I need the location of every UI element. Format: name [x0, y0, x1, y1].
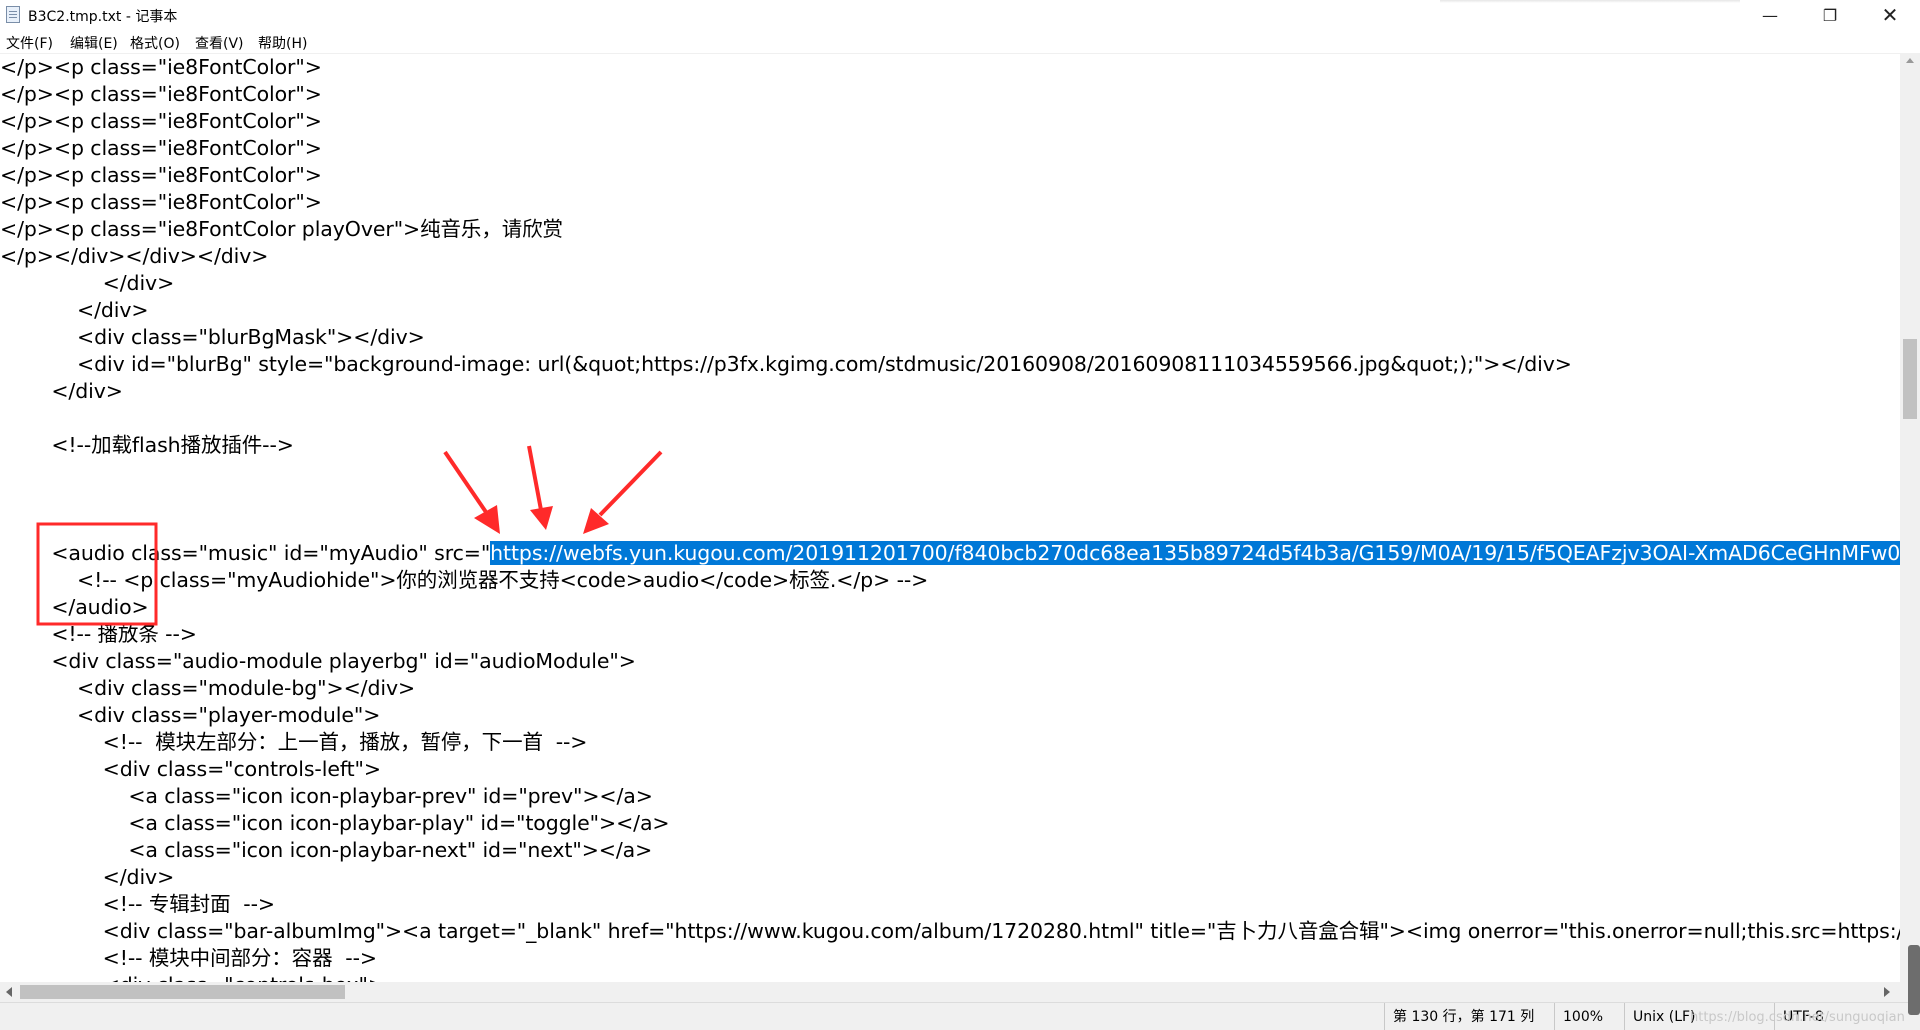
text-line: </p><p class="ie8FontColor"> [0, 163, 322, 187]
menu-view[interactable]: 查看(V) [195, 33, 244, 53]
resize-grip[interactable] [1908, 945, 1920, 1015]
text-line: </p></div></div></div> [0, 244, 269, 268]
watermark: https://blog.csdn.net/sunguoqian [1690, 1010, 1905, 1025]
text-line: <!-- 模块中间部分：容器 --> [0, 946, 377, 970]
notepad-icon [6, 6, 20, 23]
vertical-scroll-thumb[interactable] [1903, 339, 1917, 419]
text-line: </p><p class="ie8FontColor playOver">纯音乐… [0, 217, 563, 241]
text-line: <div class="bar-albumImg"><a target="_bl… [0, 919, 1900, 943]
menu-edit[interactable]: 编辑(E) [70, 33, 118, 53]
selected-audio-url[interactable]: https://webfs.yun.kugou.com/201911201700… [490, 541, 1900, 565]
menu-bar: 文件(F) 编辑(E) 格式(O) 查看(V) 帮助(H) [0, 30, 1920, 54]
text-line: <div class="audio-module playerbg" id="a… [0, 649, 636, 673]
scroll-left-icon[interactable] [6, 987, 12, 997]
restore-icon: ❐ [1822, 5, 1838, 25]
text-line: <a class="icon icon-playbar-prev" id="pr… [0, 784, 653, 808]
text-line: <a class="icon icon-playbar-next" id="ne… [0, 838, 653, 862]
text-line: <div class="module-bg"></div> [0, 676, 416, 700]
vertical-scrollbar[interactable] [1900, 54, 1920, 982]
text-line: <div class="controls-box"> [0, 972, 385, 982]
scroll-up-icon[interactable] [1906, 58, 1914, 63]
horizontal-scrollbar[interactable] [0, 982, 1900, 1002]
close-button[interactable]: ✕ [1860, 0, 1920, 30]
text-line: </p><p class="ie8FontColor"> [0, 190, 322, 214]
text-line: </div> [0, 865, 175, 889]
text-line: <!-- 模块左部分：上一首，播放，暂停，下一首 --> [0, 730, 588, 754]
zoom-level: 100% [1554, 1003, 1624, 1030]
text-line: </p><p class="ie8FontColor"> [0, 55, 322, 79]
text-editor[interactable]: </p><p class="ie8FontColor"> </p><p clas… [0, 54, 1900, 982]
audio-tag-text: <audio class="music" id="myAudio" src=" [0, 541, 491, 565]
text-line: </div> [0, 271, 175, 295]
text-line: </div> [0, 298, 149, 322]
text-line: <!-- 播放条 --> [0, 622, 197, 646]
window-title: B3C2.tmp.txt - 记事本 [28, 9, 178, 25]
text-line: <div class="player-module"> [0, 703, 381, 727]
maximize-button[interactable]: ❐ [1800, 0, 1860, 30]
title-bar: B3C2.tmp.txt - 记事本 — ❐ ✕ [0, 0, 1920, 30]
text-line: <audio class="music" id="myAudio" src="h… [0, 540, 1900, 567]
window-shadow [1440, 0, 1740, 3]
text-line: </p><p class="ie8FontColor"> [0, 136, 322, 160]
text-line: <div class="controls-left"> [0, 757, 381, 781]
horizontal-scroll-thumb[interactable] [20, 985, 345, 999]
scroll-right-icon[interactable] [1884, 987, 1890, 997]
text-line: <div class="blurBgMask"></div> [0, 325, 425, 349]
text-line: </div> [0, 379, 123, 403]
text-line: <!-- 专辑封面 --> [0, 892, 275, 916]
text-line: <!--加载flash播放插件--> [0, 433, 294, 457]
menu-format[interactable]: 格式(O) [130, 33, 180, 53]
text-line: <a class="icon icon-playbar-play" id="to… [0, 811, 670, 835]
text-line: </p><p class="ie8FontColor"> [0, 82, 322, 106]
minimize-icon: — [1762, 5, 1778, 25]
close-icon: ✕ [1881, 3, 1899, 27]
menu-help[interactable]: 帮助(H) [258, 33, 307, 53]
text-line: <!-- <p class="myAudiohide">你的浏览器不支持<cod… [0, 568, 929, 592]
minimize-button[interactable]: — [1740, 0, 1800, 30]
text-line: <div id="blurBg" style="background-image… [0, 352, 1572, 376]
status-bar: 第 130 行，第 171 列 100% Unix (LF) UTF-8 htt… [0, 1002, 1920, 1030]
text-line: </audio> [0, 595, 149, 619]
menu-file[interactable]: 文件(F) [6, 33, 53, 53]
text-line: </p><p class="ie8FontColor"> [0, 109, 322, 133]
cursor-position: 第 130 行，第 171 列 [1384, 1003, 1554, 1030]
